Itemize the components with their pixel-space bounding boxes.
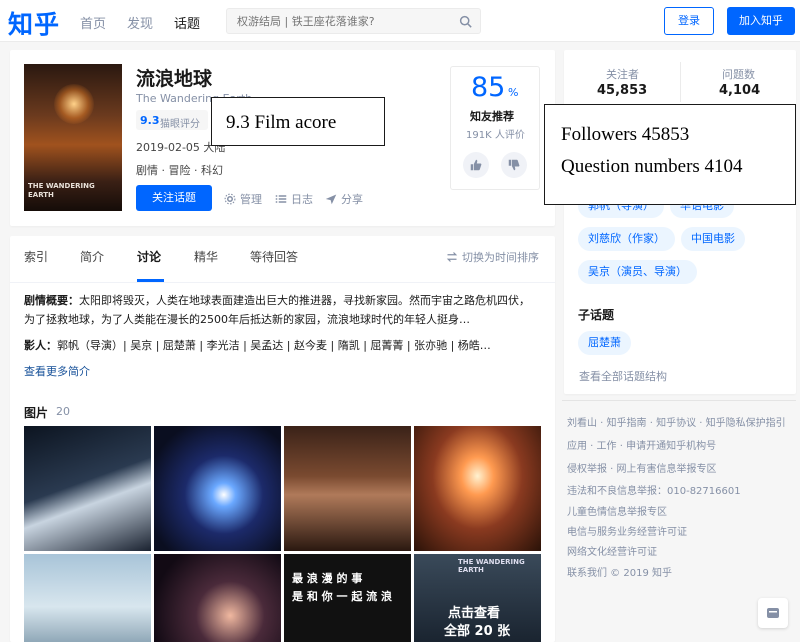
recommend-label: 知友推荐 — [470, 110, 514, 123]
tab-featured[interactable]: 精华 — [194, 248, 218, 265]
footer-line[interactable]: 联系我们 © 2019 知乎 — [567, 564, 672, 579]
plot-summary: 剧情概要：太阳即将毁灭，人类在地球表面建造出巨大的推进器，寻找新家园。然而宇宙之… — [24, 291, 536, 329]
thumbs-down-icon — [508, 159, 520, 171]
gallery-image[interactable] — [284, 426, 411, 551]
cast-text: 郭帆（导演）| 吴京 | 屈楚萧 | 李光洁 | 吴孟达 | 赵今麦 | 隋凯 … — [57, 339, 491, 352]
sort-switch[interactable]: 切换为时间排序 — [446, 249, 539, 265]
footer-line[interactable]: 刘看山 · 知乎指南 · 知乎协议 · 知乎隐私保护指引 — [567, 414, 786, 429]
summary-text: 太阳即将毁灭，人类在地球表面建造出巨大的推进器，寻找新家园。然而宇宙之路危机四伏… — [24, 294, 530, 326]
tab-index[interactable]: 索引 — [24, 248, 48, 265]
annotation-film-score-text: 9.3 Film acore — [226, 112, 337, 133]
join-button[interactable]: 加入知乎 — [727, 7, 795, 35]
like-button[interactable] — [463, 152, 489, 178]
footer-line: 违法和不良信息举报：010-82716601 — [567, 486, 741, 497]
followers-label: 关注者 — [606, 68, 639, 81]
tab-intro[interactable]: 简介 — [80, 248, 104, 265]
gallery-image[interactable] — [24, 426, 151, 551]
share-action[interactable]: 分享 — [325, 191, 363, 207]
follow-topic-button[interactable]: 关注话题 — [136, 185, 212, 211]
nav-topics[interactable]: 话题 — [174, 13, 200, 32]
footer-line[interactable]: 网络文化经营许可证 — [567, 543, 657, 558]
log-action[interactable]: 日志 — [275, 191, 313, 207]
cast-label: 影人： — [24, 339, 57, 352]
recommend-score-unit: % — [508, 86, 519, 99]
sub-tag-qu-chuxiao[interactable]: 屈楚萧 — [578, 331, 631, 355]
login-button[interactable]: 登录 — [664, 7, 714, 35]
log-label: 日志 — [291, 193, 313, 206]
gallery-image[interactable] — [154, 554, 281, 642]
list-icon — [275, 195, 287, 203]
view-all-count: 全部 20 张 — [444, 624, 511, 639]
nav-home[interactable]: 首页 — [80, 13, 106, 32]
gallery-count: 20 — [56, 405, 70, 418]
recommend-count: 191K 人评价 — [466, 130, 525, 141]
gallery-image[interactable] — [154, 426, 281, 551]
tab-waiting[interactable]: 等待回答 — [250, 248, 298, 265]
more-intro-link[interactable]: 查看更多简介 — [24, 363, 90, 379]
footer-line[interactable]: 儿童色情信息举报专区 — [567, 503, 667, 518]
search-box[interactable] — [226, 8, 481, 34]
gallery-image[interactable] — [414, 426, 541, 551]
nav-discover[interactable]: 发现 — [127, 13, 153, 32]
view-all-images[interactable]: THE WANDERING EARTH 点击查看 全部 20 张 — [414, 554, 541, 642]
genre-list: 剧情 · 冒险 · 科幻 — [136, 164, 223, 177]
manage-action[interactable]: 管理 — [224, 191, 262, 207]
annotation-followers-text: Followers 45853 — [561, 124, 690, 145]
image-caption: 最 浪 漫 的 事 — [292, 572, 363, 585]
related-tag-china-movie[interactable]: 中国电影 — [681, 227, 745, 251]
view-all-label: 点击查看 — [448, 606, 501, 621]
tab-discussion[interactable]: 讨论 — [137, 248, 161, 265]
chat-icon — [767, 608, 779, 618]
questions-label: 问题数 — [722, 68, 755, 81]
poster-flare — [54, 84, 94, 124]
related-tag-wu-jing[interactable]: 吴京（演员、导演） — [578, 260, 697, 284]
manage-label: 管理 — [240, 193, 262, 206]
share-label: 分享 — [341, 193, 363, 206]
footer-line[interactable]: 侵权举报 · 网上有害信息举报专区 — [567, 460, 717, 475]
followers-count: 45,853 — [597, 83, 648, 98]
related-tag-liu-cixin[interactable]: 刘慈欣（作家） — [578, 227, 675, 251]
footer-line[interactable]: 应用 · 工作 · 申请开通知乎机构号 — [567, 437, 716, 452]
movie-poster[interactable]: THE WANDERING EARTH — [24, 64, 122, 211]
footer-divider — [562, 400, 796, 401]
cast-list: 影人：郭帆（导演）| 吴京 | 屈楚萧 | 李光洁 | 吴孟达 | 赵今麦 | … — [24, 337, 536, 353]
annotation-stats: Followers 45853 Question numbers 4104 — [544, 104, 796, 205]
gear-icon — [224, 193, 236, 205]
gallery-image[interactable] — [24, 554, 151, 642]
rating-source: 猫眼评分 — [160, 119, 200, 130]
sub-topics-title: 子话题 — [578, 308, 615, 322]
annotation-questions-text: Question numbers 4104 — [561, 156, 743, 177]
view-structure-link[interactable]: 查看全部话题结构 — [579, 368, 667, 384]
dislike-button[interactable] — [501, 152, 527, 178]
annotation-film-score: 9.3 Film acore — [211, 97, 385, 146]
poster-title-text: THE WANDERING EARTH — [28, 182, 95, 199]
image-caption: 是 和 你 一 起 流 浪 — [292, 590, 392, 603]
tab-divider — [10, 282, 555, 283]
stat-divider — [680, 62, 681, 102]
recommend-score: 85 — [471, 72, 506, 103]
top-header: 知乎 首页 发现 话题 登录 加入知乎 — [0, 0, 800, 42]
rating-value: 9.3 — [140, 114, 160, 127]
zhihu-logo[interactable]: 知乎 — [8, 5, 60, 41]
footer-line[interactable]: 电信与服务业务经营许可证 — [567, 523, 687, 538]
gallery-image[interactable]: 最 浪 漫 的 事 是 和 你 一 起 流 浪 — [284, 554, 411, 642]
share-icon — [325, 194, 337, 205]
search-icon[interactable] — [459, 15, 472, 28]
gallery-title: 图片 — [24, 406, 49, 420]
thumbs-up-icon — [470, 159, 482, 171]
poster-title-text: THE WANDERING EARTH — [458, 558, 525, 574]
topic-title: 流浪地球 — [136, 68, 213, 90]
message-button[interactable] — [758, 598, 788, 628]
questions-count[interactable]: 4,104 — [719, 83, 760, 98]
sort-label: 切换为时间排序 — [462, 251, 539, 264]
summary-label: 剧情概要： — [24, 294, 79, 307]
search-input[interactable] — [237, 12, 457, 30]
swap-icon — [446, 252, 458, 262]
